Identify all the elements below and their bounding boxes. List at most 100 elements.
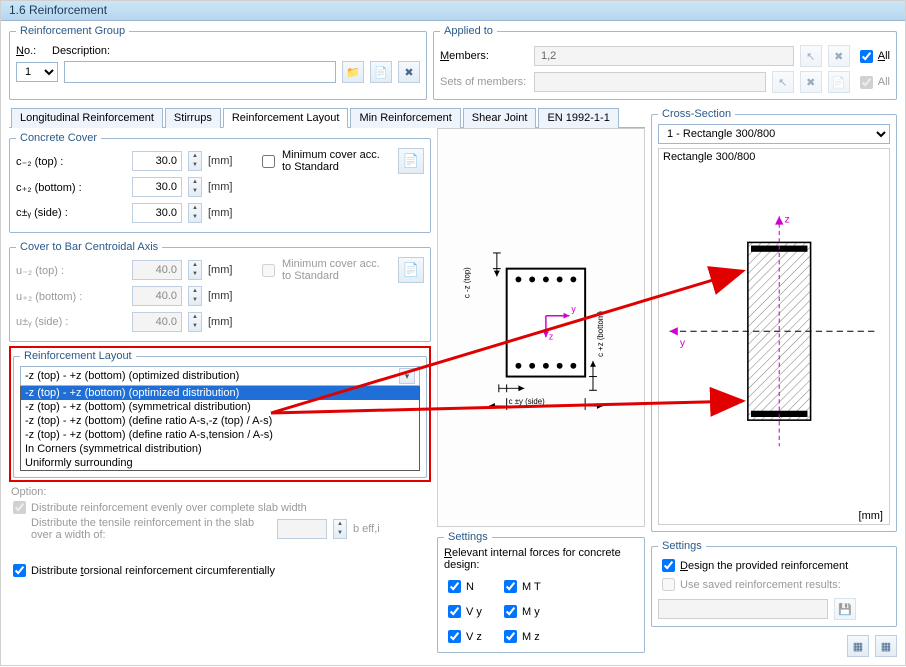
force-vz-checkbox[interactable] xyxy=(448,630,461,643)
uz-top-unit: [mm] xyxy=(208,264,242,276)
cz-top-input[interactable] xyxy=(132,151,182,171)
cover-bar-legend: Cover to Bar Centroidal Axis xyxy=(16,241,162,253)
settings-forces-desc: Relevant internal forces for concrete de… xyxy=(444,547,638,571)
clear-members-button: ✖ xyxy=(828,45,850,67)
members-label: Members: xyxy=(440,50,528,62)
uz-bottom-label: u₊₂ (bottom) : xyxy=(16,290,126,303)
rl-option-5[interactable]: Uniformly surrounding xyxy=(21,456,419,470)
reinforcement-group-group: Reinforcement Group NNo.:o.: Description… xyxy=(9,25,427,100)
design-provided-checkbox[interactable] xyxy=(662,559,675,572)
rl-option-1[interactable]: -z (top) - +z (bottom) (symmetrical dist… xyxy=(21,400,419,414)
force-mz-checkbox[interactable] xyxy=(504,630,517,643)
cz-top-label: c₋₂ (top) : xyxy=(16,155,126,168)
pick-sets-button: ↖ xyxy=(772,71,794,93)
min-cover-label-cc: Minimum cover acc. to Standard xyxy=(282,149,392,173)
rl-option-3[interactable]: -z (top) - +z (bottom) (define ratio A-s… xyxy=(21,428,419,442)
torsional-checkbox[interactable] xyxy=(13,564,26,577)
cz-top-spinner[interactable]: ▲▼ xyxy=(188,151,202,171)
window-title: 1.6 Reinforcement xyxy=(1,1,905,21)
uy-side-input xyxy=(132,312,182,332)
cover-bar-group: Cover to Bar Centroidal Axis u₋₂ (top) :… xyxy=(9,241,431,342)
concrete-cover-legend: Concrete Cover xyxy=(16,132,101,144)
tab-strip: Longitudinal Reinforcement Stirrups Rein… xyxy=(9,108,645,128)
no-combo[interactable]: 1 xyxy=(16,62,58,82)
dist-tensile-label: Distribute the tensile reinforcement in … xyxy=(31,517,271,541)
tab-stirrups[interactable]: Stirrups xyxy=(165,108,221,128)
min-cover-checkbox-cc[interactable] xyxy=(262,155,275,168)
pick-members-button: ↖ xyxy=(800,45,822,67)
torsional-label: Distribute torsional reinforcement circu… xyxy=(31,565,275,577)
cs-unit: [mm] xyxy=(859,510,883,522)
force-vy-label: V y xyxy=(466,606,482,618)
sets-input xyxy=(534,72,766,92)
footer-button-1[interactable]: ▦ xyxy=(847,635,869,657)
svg-text:c ±y (side): c ±y (side) xyxy=(509,397,545,406)
uz-top-input xyxy=(132,260,182,280)
cy-side-spinner[interactable]: ▲▼ xyxy=(188,203,202,223)
force-n-checkbox[interactable] xyxy=(448,580,461,593)
cross-section-legend: Cross-Section xyxy=(658,108,735,120)
concrete-cover-info-button[interactable]: 📄 xyxy=(398,148,424,174)
tab-min-reinforcement[interactable]: Min Reinforcement xyxy=(350,108,460,128)
applied-to-legend: Applied to xyxy=(440,25,497,37)
uy-side-spinner: ▲▼ xyxy=(188,312,202,332)
sets-label: Sets of members: xyxy=(440,76,528,88)
open-folder-button[interactable]: 📁 xyxy=(342,61,364,83)
beff-label: b eff,i xyxy=(353,523,380,535)
cy-side-input[interactable] xyxy=(132,203,182,223)
force-mt-checkbox[interactable] xyxy=(504,580,517,593)
concrete-cover-group: Concrete Cover c₋₂ (top) : ▲▼ [mm] Minim… xyxy=(9,132,431,233)
reinforcement-layout-highlight-box: Reinforcement Layout -z (top) - +z (bott… xyxy=(9,346,431,482)
force-n-label: N xyxy=(466,581,474,593)
cy-side-label: c±ᵧ (side) : xyxy=(16,207,126,219)
svg-text:y: y xyxy=(680,338,686,349)
force-vy-checkbox[interactable] xyxy=(448,605,461,618)
force-vz-label: V z xyxy=(466,631,482,643)
uz-bottom-spinner: ▲▼ xyxy=(188,286,202,306)
tab-reinforcement-layout[interactable]: Reinforcement Layout xyxy=(223,108,349,128)
svg-text:c +z (bottom): c +z (bottom) xyxy=(596,311,605,357)
footer-button-2[interactable]: ▦ xyxy=(875,635,897,657)
uz-top-label: u₋₂ (top) : xyxy=(16,264,126,277)
cs-title: Rectangle 300/800 xyxy=(663,151,755,163)
uz-top-spinner: ▲▼ xyxy=(188,260,202,280)
cross-section-select[interactable]: 1 - Rectangle 300/800 xyxy=(658,124,890,144)
cz-bottom-label: c₊₂ (bottom) : xyxy=(16,181,126,194)
use-saved-checkbox xyxy=(662,578,675,591)
rl-option-2[interactable]: -z (top) - +z (bottom) (define ratio A-s… xyxy=(21,414,419,428)
tab-shear-joint[interactable]: Shear Joint xyxy=(463,108,537,128)
svg-text:c -z (top): c -z (top) xyxy=(462,267,471,298)
cz-bottom-input[interactable] xyxy=(132,177,182,197)
rl-option-4[interactable]: In Corners (symmetrical distribution) xyxy=(21,442,419,456)
copy-button[interactable]: 📄 xyxy=(370,61,392,83)
delete-button[interactable]: ✖ xyxy=(398,61,420,83)
force-my-checkbox[interactable] xyxy=(504,605,517,618)
uy-side-unit: [mm] xyxy=(208,316,242,328)
dist-slab-label: Distribute reinforcement evenly over com… xyxy=(31,502,307,514)
cz-bottom-spinner[interactable]: ▲▼ xyxy=(188,177,202,197)
tab-en1992[interactable]: EN 1992-1-1 xyxy=(538,108,618,128)
min-cover-label-cb: Minimum cover acc. to Standard xyxy=(282,258,392,282)
cz-top-unit: [mm] xyxy=(208,155,242,167)
cz-bottom-unit: [mm] xyxy=(208,181,242,193)
saved-results-select xyxy=(658,599,828,619)
applied-to-group: Applied to Members: ↖ ✖ All Sets of memb… xyxy=(433,25,897,100)
settings-forces-group: Settings Relevant internal forces for co… xyxy=(437,531,645,653)
dist-tensile-input xyxy=(277,519,327,539)
chevron-down-icon: ▾ xyxy=(399,368,415,384)
saved-results-browse-button: 💾 xyxy=(834,598,856,620)
reinforcement-layout-group: Reinforcement Layout -z (top) - +z (bott… xyxy=(13,350,427,478)
svg-text:z: z xyxy=(549,331,553,341)
clear-sets-button: ✖ xyxy=(800,71,822,93)
reinforcement-layout-dropdown-list[interactable]: -z (top) - +z (bottom) (optimized distri… xyxy=(20,386,420,471)
all-label-sets: All xyxy=(878,76,890,88)
rl-option-0[interactable]: -z (top) - +z (bottom) (optimized distri… xyxy=(21,386,419,400)
members-all-checkbox[interactable] xyxy=(860,50,873,63)
reinforcement-layout-select[interactable]: -z (top) - +z (bottom) (optimized distri… xyxy=(20,366,420,386)
tab-longitudinal[interactable]: Longitudinal Reinforcement xyxy=(11,108,163,128)
cy-side-unit: [mm] xyxy=(208,207,242,219)
description-input[interactable] xyxy=(64,61,336,83)
cover-bar-info-button[interactable]: 📄 xyxy=(398,257,424,283)
reinforcement-group-legend: Reinforcement Group xyxy=(16,25,129,37)
svg-text:y: y xyxy=(571,304,576,314)
